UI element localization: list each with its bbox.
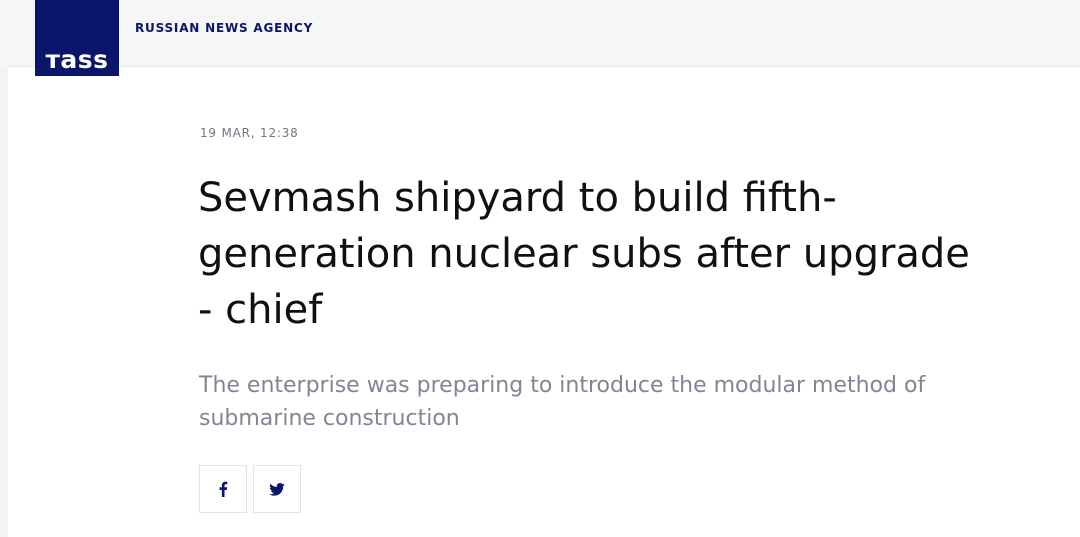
site-header: RUSSIAN NEWS AGENCY — [0, 0, 1080, 66]
twitter-icon — [269, 482, 285, 496]
twitter-share-button[interactable] — [253, 465, 301, 513]
facebook-icon — [218, 481, 228, 497]
facebook-share-button[interactable] — [199, 465, 247, 513]
article-headline: Sevmash shipyard to build fifth-generati… — [198, 175, 970, 333]
share-buttons — [199, 465, 301, 513]
article-lead: The enterprise was preparing to introduc… — [199, 373, 926, 431]
tass-logo[interactable]: тass — [35, 0, 119, 76]
logo-text: тass — [45, 45, 109, 74]
agency-name[interactable]: RUSSIAN NEWS AGENCY — [135, 21, 313, 35]
article-date: 19 MAR, 12:38 — [200, 126, 299, 140]
